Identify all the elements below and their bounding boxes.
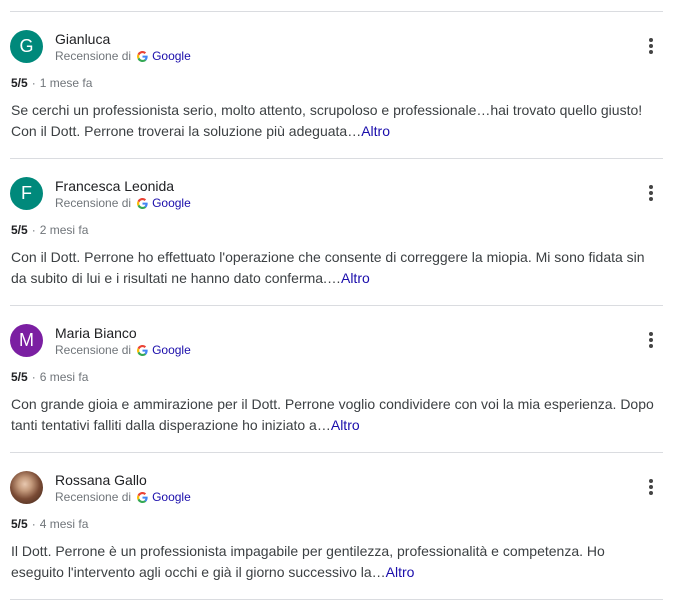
avatar[interactable]: M xyxy=(10,324,43,357)
rating: 5/5 xyxy=(11,223,28,237)
more-vert-icon xyxy=(649,479,653,483)
review-card: Rossana Gallo Recensione di Google 5/5 · 4… xyxy=(0,453,674,600)
rating: 5/5 xyxy=(11,76,28,90)
source-name[interactable]: Google xyxy=(152,343,191,357)
review-card: F Francesca Leonida Recensione di Google… xyxy=(0,159,674,306)
reviewer-name[interactable]: Maria Bianco xyxy=(55,325,137,341)
review-source: Recensione di Google xyxy=(55,343,191,357)
avatar[interactable]: G xyxy=(10,30,43,63)
google-g-icon xyxy=(137,344,148,356)
review-time: 1 mese fa xyxy=(39,76,93,90)
avatar[interactable]: F xyxy=(10,177,43,210)
review-source: Recensione di Google xyxy=(55,196,191,210)
reviewer-name[interactable]: Gianluca xyxy=(55,31,110,47)
reviewer-name[interactable]: Francesca Leonida xyxy=(55,178,174,194)
review-text-content: Se cerchi un professionista serio, molto… xyxy=(11,102,643,139)
google-g-icon xyxy=(137,197,148,209)
read-more-link[interactable]: Altro xyxy=(361,123,390,139)
review-time: 4 mesi fa xyxy=(39,517,89,531)
source-name[interactable]: Google xyxy=(152,490,191,504)
rating-row: 5/5 · 4 mesi fa xyxy=(11,517,89,531)
source-name[interactable]: Google xyxy=(152,196,191,210)
rating: 5/5 xyxy=(11,517,28,531)
review-source: Recensione di Google xyxy=(55,490,191,504)
more-options-button[interactable] xyxy=(642,478,660,498)
rating-row: 5/5 · 1 mese fa xyxy=(11,76,93,90)
more-vert-icon xyxy=(649,185,653,189)
reviewer-name[interactable]: Rossana Gallo xyxy=(55,472,147,488)
source-prefix: Recensione di xyxy=(55,490,132,504)
review-text: Se cerchi un professionista serio, molto… xyxy=(11,100,659,142)
rating: 5/5 xyxy=(11,370,28,384)
review-text: Il Dott. Perrone è un professionista imp… xyxy=(11,541,659,583)
source-prefix: Recensione di xyxy=(55,196,132,210)
google-g-icon xyxy=(137,491,148,503)
read-more-link[interactable]: Altro xyxy=(341,270,370,286)
source-name[interactable]: Google xyxy=(152,49,191,63)
review-card: G Gianluca Recensione di Google 5/5 · 1 me… xyxy=(0,12,674,159)
read-more-link[interactable]: Altro xyxy=(386,564,415,580)
more-vert-icon xyxy=(649,38,653,42)
more-options-button[interactable] xyxy=(642,184,660,204)
review-card: M Maria Bianco Recensione di Google 5/5 ·… xyxy=(0,306,674,453)
more-vert-icon xyxy=(649,332,653,336)
review-text-content: Il Dott. Perrone è un professionista imp… xyxy=(11,543,605,580)
more-options-button[interactable] xyxy=(642,37,660,57)
source-prefix: Recensione di xyxy=(55,343,132,357)
more-options-button[interactable] xyxy=(642,331,660,351)
review-text-content: Con il Dott. Perrone ho effettuato l'ope… xyxy=(11,249,645,286)
source-prefix: Recensione di xyxy=(55,49,132,63)
divider xyxy=(10,599,663,600)
rating-row: 5/5 · 6 mesi fa xyxy=(11,370,89,384)
avatar-photo[interactable] xyxy=(10,471,43,504)
review-source: Recensione di Google xyxy=(55,49,191,63)
review-text: Con grande gioia e ammirazione per il Do… xyxy=(11,394,659,436)
review-time: 6 mesi fa xyxy=(39,370,89,384)
reviews-list: G Gianluca Recensione di Google 5/5 · 1 me… xyxy=(0,0,674,611)
rating-row: 5/5 · 2 mesi fa xyxy=(11,223,89,237)
review-time: 2 mesi fa xyxy=(39,223,89,237)
review-text: Con il Dott. Perrone ho effettuato l'ope… xyxy=(11,247,659,289)
read-more-link[interactable]: Altro xyxy=(331,417,360,433)
google-g-icon xyxy=(137,50,148,62)
